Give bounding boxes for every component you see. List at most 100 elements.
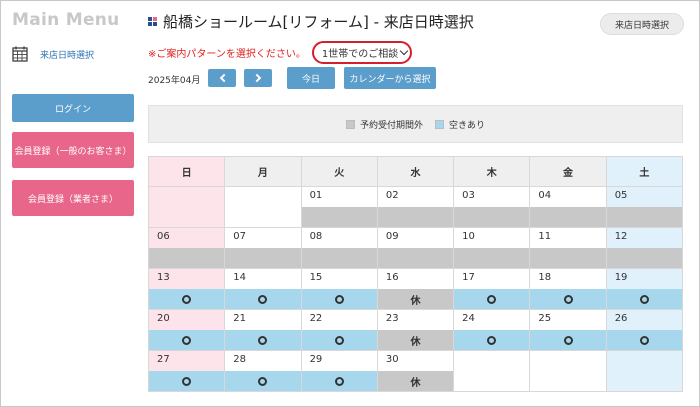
main-menu-title: Main Menu xyxy=(12,10,120,30)
legend-swatch-closed xyxy=(345,119,355,129)
closed-slot xyxy=(454,207,530,227)
circle-available-icon xyxy=(487,294,497,304)
calendar-day-cell[interactable]: 14 xyxy=(224,268,302,310)
calendar-empty-cell xyxy=(605,350,684,392)
weekday-header: 日 xyxy=(147,156,226,187)
day-number: 22 xyxy=(309,313,323,324)
sidebar: Main Menu 来店日時選択 ログイン 会員登録（一般のお客さま） 会員登録… xyxy=(12,10,136,216)
closed-slot xyxy=(606,248,682,268)
pattern-select-value: 1世帯でのご相談 xyxy=(321,49,399,60)
weekday-header: 金 xyxy=(529,156,607,187)
available-slot[interactable] xyxy=(606,330,682,350)
day-number: 01 xyxy=(309,190,323,201)
available-slot[interactable] xyxy=(606,289,682,309)
day-number: 18 xyxy=(538,272,552,283)
page-title: 船橋ショールーム[リフォーム] - 来店日時選択 xyxy=(163,13,474,31)
calendar-day-cell[interactable]: 27 xyxy=(147,350,226,392)
circle-available-icon xyxy=(563,335,573,345)
calendar-day-cell: 12 xyxy=(605,227,684,269)
prev-month-button[interactable] xyxy=(208,69,236,87)
calendar-day-cell[interactable]: 13 xyxy=(147,268,226,310)
calendar-day-cell[interactable]: 22 xyxy=(300,309,378,351)
calendar-day-cell[interactable]: 28 xyxy=(224,350,302,392)
available-slot[interactable] xyxy=(225,330,301,350)
day-number: 03 xyxy=(462,190,475,201)
pattern-select[interactable]: 1世帯でのご相談 xyxy=(311,41,413,64)
circle-available-icon xyxy=(487,335,497,345)
day-number: 25 xyxy=(538,313,552,324)
day-number: 16 xyxy=(385,272,399,283)
circle-available-icon xyxy=(182,376,192,386)
closed-slot xyxy=(301,207,377,227)
calendar-day-cell[interactable]: 19 xyxy=(605,268,684,310)
available-slot[interactable] xyxy=(149,289,225,309)
holiday-label: 休 xyxy=(410,295,421,307)
calendar-day-cell: 11 xyxy=(529,227,607,269)
calendar-day-cell[interactable]: 21 xyxy=(224,309,302,351)
page-title-row: 船橋ショールーム[リフォーム] - 来店日時選択 xyxy=(148,11,474,32)
pick-from-calendar-button[interactable]: カレンダーから選択 xyxy=(344,67,436,89)
circle-available-icon xyxy=(334,376,344,386)
login-button[interactable]: ログイン xyxy=(12,94,134,122)
legend-swatch-open xyxy=(435,119,444,129)
chevron-right-icon xyxy=(252,73,261,83)
available-slot[interactable] xyxy=(301,371,377,391)
day-number: 06 xyxy=(157,231,170,242)
calendar-day-cell: 30 休 xyxy=(376,350,455,392)
circle-available-icon xyxy=(639,335,649,345)
weekday-header: 水 xyxy=(376,156,455,187)
day-number: 19 xyxy=(614,272,628,283)
day-number: 23 xyxy=(385,313,399,324)
day-number: 09 xyxy=(385,231,399,242)
calendar-day-cell[interactable]: 25 xyxy=(529,309,607,351)
calendar-day-cell: 02 xyxy=(376,186,455,228)
calendar-day-cell: 03 xyxy=(453,186,531,228)
calendar-day-cell[interactable]: 20 xyxy=(147,309,226,351)
calendar-day-cell[interactable]: 15 xyxy=(300,268,378,310)
holiday-slot: 休 xyxy=(377,289,454,309)
available-slot[interactable] xyxy=(149,330,225,350)
calendar-day-cell[interactable]: 18 xyxy=(529,268,607,310)
today-button[interactable]: 今日 xyxy=(287,67,335,89)
closed-slot xyxy=(530,248,606,268)
day-number: 12 xyxy=(614,231,628,242)
register-general-button[interactable]: 会員登録（一般のお客さま） xyxy=(12,132,134,168)
closed-slot xyxy=(377,207,454,227)
holiday-slot: 休 xyxy=(377,371,454,391)
register-business-button[interactable]: 会員登録（業者さま） xyxy=(12,180,134,216)
weekday-header: 木 xyxy=(453,156,531,187)
day-number: 21 xyxy=(233,313,247,324)
calendar-day-cell: 23 休 xyxy=(376,309,455,351)
weekday-header: 土 xyxy=(605,156,684,187)
available-slot[interactable] xyxy=(530,330,606,350)
calendar-table: 日 月 火 水 木 金 土 01 02 03 04 05 06 07 08 09 10 11 12 13… xyxy=(147,156,684,392)
day-number: 29 xyxy=(309,354,323,365)
sidebar-item-visit-date[interactable]: 来店日時選択 xyxy=(12,46,136,62)
weekday-header-row: 日 月 火 水 木 金 土 xyxy=(147,156,684,187)
calendar-day-cell[interactable]: 29 xyxy=(300,350,378,392)
calendar-day-cell[interactable]: 26 xyxy=(605,309,684,351)
calendar-day-cell[interactable]: 24 xyxy=(453,309,531,351)
next-month-button[interactable] xyxy=(244,69,272,87)
legend-closed-label: 予約受付期間外 xyxy=(359,120,423,131)
closed-slot xyxy=(149,248,225,268)
day-number: 04 xyxy=(538,190,552,201)
available-slot[interactable] xyxy=(530,289,606,309)
day-number: 10 xyxy=(462,231,475,242)
sidebar-item-label[interactable]: 来店日時選択 xyxy=(40,48,94,61)
available-slot[interactable] xyxy=(454,289,530,309)
calendar-day-cell[interactable]: 17 xyxy=(453,268,531,310)
available-slot[interactable] xyxy=(225,289,301,309)
chevron-down-icon xyxy=(400,46,409,56)
calendar-day-cell: 06 xyxy=(147,227,226,269)
pattern-notice: ※ご案内パターンを選択ください。 xyxy=(148,49,306,60)
available-slot[interactable] xyxy=(301,330,377,350)
closed-slot xyxy=(225,248,301,268)
calendar-day-cell: 08 xyxy=(300,227,378,269)
available-slot[interactable] xyxy=(225,371,301,391)
legend-open-label: 空きあり xyxy=(449,120,486,131)
available-slot[interactable] xyxy=(454,330,530,350)
available-slot[interactable] xyxy=(301,289,377,309)
calendar-day-cell: 07 xyxy=(224,227,302,269)
available-slot[interactable] xyxy=(149,371,225,391)
